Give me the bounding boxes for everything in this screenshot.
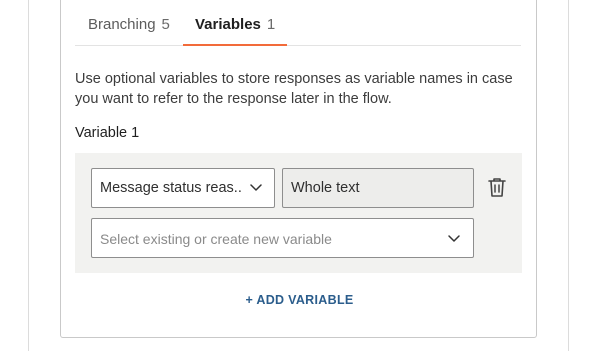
outer-border-right bbox=[568, 0, 569, 351]
source-select[interactable]: Message status reas.. bbox=[91, 168, 275, 208]
tab-variables-count: 1 bbox=[266, 16, 276, 33]
tab-branching[interactable]: Branching 5 bbox=[88, 16, 170, 45]
extract-type-field[interactable]: Whole text bbox=[282, 168, 474, 208]
active-tab-indicator bbox=[183, 44, 288, 46]
variable-panel: Message status reas.. Whole text Select … bbox=[75, 153, 522, 273]
tab-branching-label: Branching bbox=[88, 16, 156, 33]
tab-variables[interactable]: Variables 1 bbox=[183, 16, 288, 46]
outer-border-left bbox=[28, 0, 29, 351]
tab-bar: Branching 5 Variables 1 bbox=[75, 0, 521, 46]
source-select-value: Message status reas.. bbox=[100, 180, 242, 196]
variables-description: Use optional variables to store response… bbox=[75, 71, 513, 107]
extract-type-value: Whole text bbox=[291, 180, 360, 196]
variable-select[interactable]: Select existing or create new variable bbox=[91, 218, 474, 258]
add-variable-button[interactable]: + ADD VARIABLE bbox=[61, 293, 538, 307]
variable-title: Variable 1 bbox=[75, 125, 140, 141]
tab-variables-label: Variables bbox=[195, 16, 261, 33]
chevron-down-icon bbox=[250, 184, 262, 191]
variable-select-placeholder: Select existing or create new variable bbox=[100, 231, 332, 247]
variables-card: Branching 5 Variables 1 Use optional varia… bbox=[60, 0, 537, 338]
tab-branching-count: 5 bbox=[161, 16, 170, 33]
chevron-down-icon bbox=[448, 235, 460, 242]
trash-icon[interactable] bbox=[486, 176, 508, 198]
